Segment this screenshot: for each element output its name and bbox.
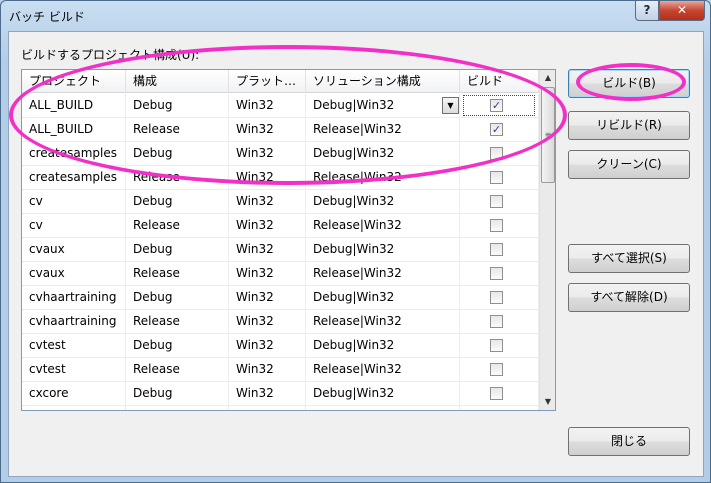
- build-checkbox[interactable]: [490, 219, 503, 232]
- platform-cell: Win32: [229, 358, 306, 382]
- table-row[interactable]: cvhaartraining Release Win32 Release|Win32: [22, 310, 539, 334]
- title-bar[interactable]: バッチ ビルド ? ✕: [1, 1, 710, 31]
- solution-config-cell[interactable]: Release|Win32: [306, 358, 460, 382]
- config-cell: [126, 406, 229, 410]
- build-checkbox[interactable]: [490, 387, 503, 400]
- close-window-button[interactable]: ✕: [659, 1, 705, 21]
- build-cell: [460, 406, 539, 410]
- solution-config-cell[interactable]: Debug|Win32: [306, 190, 460, 214]
- build-checkbox[interactable]: [490, 363, 503, 376]
- build-checkbox[interactable]: [490, 195, 503, 208]
- platform-cell: Win32: [229, 382, 306, 406]
- platform-cell: Win32: [229, 262, 306, 286]
- highlight-annotation-build-button: [576, 63, 686, 101]
- build-checkbox[interactable]: [490, 315, 503, 328]
- clean-button[interactable]: クリーン(C): [568, 150, 690, 179]
- table-row[interactable]: cv Debug Win32 Debug|Win32: [22, 190, 539, 214]
- help-button[interactable]: ?: [635, 1, 659, 21]
- scroll-down-arrow-icon[interactable]: ▼: [540, 394, 555, 410]
- solution-config-cell[interactable]: [306, 406, 460, 410]
- project-cell: cvaux: [22, 262, 126, 286]
- table-row[interactable]: cvtest Release Win32 Release|Win32: [22, 358, 539, 382]
- table-row[interactable]: cvhaartraining Debug Win32 Debug|Win32: [22, 286, 539, 310]
- platform-cell: Win32: [229, 310, 306, 334]
- table-row[interactable]: cv Release Win32 Release|Win32: [22, 214, 539, 238]
- rebuild-button[interactable]: リビルド(R): [568, 111, 690, 140]
- platform-cell: Win32: [229, 238, 306, 262]
- platform-cell: Win32: [229, 334, 306, 358]
- scroll-up-arrow-icon[interactable]: ▲: [540, 70, 555, 86]
- config-cell: Release: [126, 214, 229, 238]
- config-cell: Debug: [126, 286, 229, 310]
- project-cell: cvhaartraining: [22, 286, 126, 310]
- config-cell: Release: [126, 310, 229, 334]
- platform-cell: Win32: [229, 214, 306, 238]
- platform-cell: Win32: [229, 190, 306, 214]
- platform-cell: [229, 406, 306, 410]
- config-cell: Release: [126, 262, 229, 286]
- table-row[interactable]: cvaux Debug Win32 Debug|Win32: [22, 238, 539, 262]
- table-row[interactable]: [22, 406, 539, 410]
- platform-cell: Win32: [229, 286, 306, 310]
- project-cell: cxcore: [22, 382, 126, 406]
- table-row[interactable]: cxcore Debug Win32 Debug|Win32: [22, 382, 539, 406]
- project-cell: cv: [22, 214, 126, 238]
- project-cell: cv: [22, 190, 126, 214]
- build-checkbox[interactable]: [490, 267, 503, 280]
- config-cell: Release: [126, 358, 229, 382]
- batch-build-window: バッチ ビルド ? ✕ ビルドするプロジェクト構成(U): プロジェクト 構成 …: [0, 0, 711, 483]
- highlight-annotation-grid: [9, 45, 567, 185]
- close-button[interactable]: 閉じる: [568, 427, 690, 456]
- solution-config-cell[interactable]: Debug|Win32: [306, 286, 460, 310]
- project-cell: cvtest: [22, 358, 126, 382]
- table-row[interactable]: cvaux Release Win32 Release|Win32: [22, 262, 539, 286]
- build-checkbox[interactable]: [490, 291, 503, 304]
- config-cell: Debug: [126, 382, 229, 406]
- project-cell: cvhaartraining: [22, 310, 126, 334]
- config-cell: Debug: [126, 190, 229, 214]
- config-cell: Debug: [126, 334, 229, 358]
- build-checkbox[interactable]: [490, 171, 503, 184]
- solution-config-cell[interactable]: Debug|Win32: [306, 238, 460, 262]
- deselect-all-button[interactable]: すべて解除(D): [568, 283, 690, 312]
- project-cell: createsamples: [22, 166, 126, 190]
- solution-config-cell[interactable]: Release|Win32: [306, 214, 460, 238]
- window-title: バッチ ビルド: [9, 10, 85, 24]
- solution-config-cell[interactable]: Release|Win32: [306, 310, 460, 334]
- solution-config-cell[interactable]: Release|Win32: [306, 262, 460, 286]
- solution-config-cell[interactable]: Debug|Win32: [306, 334, 460, 358]
- config-cell: Debug: [126, 238, 229, 262]
- build-checkbox[interactable]: [490, 339, 503, 352]
- select-all-button[interactable]: すべて選択(S): [568, 244, 690, 273]
- project-cell: cvtest: [22, 334, 126, 358]
- table-row[interactable]: cvtest Debug Win32 Debug|Win32: [22, 334, 539, 358]
- project-cell: [22, 406, 126, 410]
- solution-config-cell[interactable]: Debug|Win32: [306, 382, 460, 406]
- project-cell: cvaux: [22, 238, 126, 262]
- build-checkbox[interactable]: [490, 243, 503, 256]
